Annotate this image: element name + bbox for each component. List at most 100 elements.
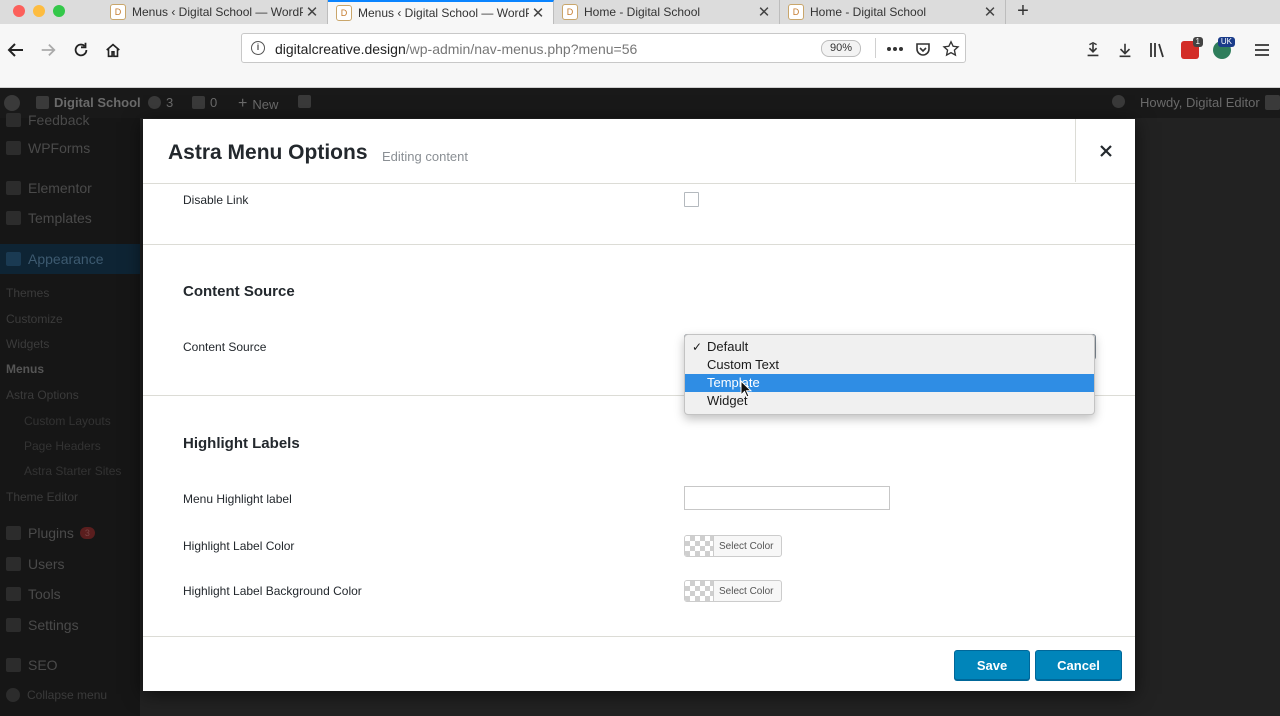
checkmark-icon: ✓ bbox=[692, 340, 703, 354]
highlight-bg-color-picker-button[interactable]: Select Color bbox=[684, 580, 782, 602]
highlight-color-picker-button[interactable]: Select Color bbox=[684, 535, 782, 557]
sidebar-item-astra-options[interactable]: Astra Options bbox=[0, 387, 140, 403]
modal-close-button[interactable] bbox=[1075, 119, 1135, 182]
site-name-link[interactable]: Digital School bbox=[36, 95, 141, 110]
sidebar-item-label: Templates bbox=[28, 210, 92, 226]
browser-toolbar: i digitalcreative.design/wp-admin/nav-me… bbox=[0, 24, 1280, 88]
content-source-label: Content Source bbox=[183, 340, 267, 354]
updates-icon bbox=[148, 96, 161, 109]
zoom-indicator[interactable]: 90% bbox=[821, 40, 861, 57]
tab-close-icon[interactable]: ✕ bbox=[755, 3, 773, 21]
sidebar-item-settings[interactable]: Settings bbox=[0, 615, 140, 635]
notification-icon[interactable] bbox=[1112, 95, 1125, 108]
tab-close-icon[interactable]: ✕ bbox=[303, 3, 321, 21]
menu-button[interactable] bbox=[1248, 36, 1276, 64]
sidebar-item-label: Themes bbox=[6, 286, 50, 300]
comments-link[interactable]: 0 bbox=[192, 95, 217, 110]
home-button[interactable] bbox=[99, 36, 127, 64]
modal-body: Disable Link Content Source Content Sour… bbox=[143, 184, 1135, 636]
sidebar-item-menus[interactable]: Menus bbox=[0, 361, 140, 377]
downloads-button[interactable] bbox=[1111, 36, 1139, 64]
account-link[interactable]: Howdy, Digital Editor bbox=[1140, 95, 1280, 110]
sidebar-item-customize[interactable]: Customize bbox=[0, 311, 140, 327]
wordpress-logo-icon[interactable] bbox=[4, 95, 20, 111]
sidebar-item-plugins[interactable]: Plugins 3 bbox=[0, 523, 140, 543]
sidebar-item-custom-layouts[interactable]: Custom Layouts bbox=[0, 413, 140, 429]
home-icon bbox=[106, 43, 120, 58]
sidebar-item-label: Customize bbox=[6, 312, 63, 326]
sidebar-item-wpforms[interactable]: WPForms bbox=[0, 138, 140, 158]
sidebar-item-label: Theme Editor bbox=[6, 490, 79, 504]
howdy-text: Howdy, Digital Editor bbox=[1140, 95, 1260, 110]
downloads-arrow-button[interactable] bbox=[1079, 36, 1107, 64]
favicon-icon: D bbox=[336, 5, 352, 21]
library-button[interactable] bbox=[1144, 36, 1172, 64]
url-text[interactable]: digitalcreative.design/wp-admin/nav-menu… bbox=[275, 41, 637, 57]
url-bar[interactable]: i digitalcreative.design/wp-admin/nav-me… bbox=[241, 33, 966, 63]
favicon-icon: D bbox=[788, 4, 804, 20]
tab-close-icon[interactable]: ✕ bbox=[981, 3, 999, 21]
sidebar-item-theme-editor[interactable]: Theme Editor bbox=[0, 489, 140, 505]
forward-button[interactable] bbox=[34, 36, 62, 64]
disable-link-checkbox[interactable] bbox=[684, 192, 699, 207]
cancel-button[interactable]: Cancel bbox=[1035, 650, 1122, 680]
updates-link[interactable]: 3 bbox=[148, 95, 173, 110]
sidebar-item-seo[interactable]: SEO bbox=[0, 655, 140, 675]
browser-tab-3[interactable]: D Home - Digital School ✕ bbox=[554, 0, 780, 24]
users-icon bbox=[6, 557, 21, 571]
sidebar-collapse-menu[interactable]: Collapse menu bbox=[0, 687, 140, 703]
new-content-link[interactable]: + New bbox=[238, 95, 278, 113]
maximize-window-button[interactable] bbox=[53, 5, 65, 17]
hamburger-icon bbox=[1255, 44, 1269, 56]
tab-close-icon[interactable]: ✕ bbox=[529, 4, 547, 22]
sidebar-item-templates[interactable]: Templates bbox=[0, 208, 140, 228]
page-actions-icon[interactable] bbox=[885, 39, 905, 59]
sidebar-item-elementor[interactable]: Elementor bbox=[0, 178, 140, 198]
sidebar-item-label: WPForms bbox=[28, 140, 91, 156]
sidebar-item-feedback[interactable]: Feedback bbox=[0, 110, 140, 130]
select-color-label: Select Color bbox=[719, 585, 774, 597]
sidebar-item-label: Astra Starter Sites bbox=[24, 464, 122, 478]
sidebar-item-label: Elementor bbox=[28, 180, 92, 196]
back-button[interactable] bbox=[2, 36, 30, 64]
modal-footer: Save Cancel bbox=[143, 636, 1135, 691]
library-icon bbox=[1150, 43, 1164, 58]
sidebar-item-widgets[interactable]: Widgets bbox=[0, 336, 140, 352]
browser-tab-2[interactable]: D Menus ‹ Digital School — WordPress ✕ bbox=[328, 0, 554, 24]
back-arrow-icon bbox=[7, 43, 23, 57]
reload-button[interactable] bbox=[67, 36, 95, 64]
browser-tab-bar: D Menus ‹ Digital School — WordPress ✕ D… bbox=[0, 0, 1280, 24]
tab-title: Menus ‹ Digital School — WordPress bbox=[132, 5, 303, 19]
save-button[interactable]: Save bbox=[954, 650, 1030, 680]
plugins-count-badge: 3 bbox=[79, 527, 95, 539]
sidebar-item-label: Page Headers bbox=[24, 439, 101, 453]
comment-icon bbox=[192, 96, 205, 109]
sidebar-item-appearance[interactable]: Appearance bbox=[0, 244, 140, 274]
yoast-icon[interactable] bbox=[298, 95, 311, 108]
close-window-button[interactable] bbox=[13, 5, 25, 17]
option-default[interactable]: ✓ Default bbox=[685, 338, 1094, 356]
info-icon[interactable]: i bbox=[251, 41, 265, 55]
sidebar-item-astra-starter-sites[interactable]: Astra Starter Sites bbox=[0, 463, 140, 479]
new-tab-button[interactable]: + bbox=[1012, 0, 1034, 24]
modal-subtitle: Editing content bbox=[382, 149, 469, 164]
sidebar-item-label: Users bbox=[28, 556, 65, 572]
sidebar-item-users[interactable]: Users bbox=[0, 554, 140, 574]
menu-highlight-input[interactable] bbox=[684, 486, 890, 510]
sidebar-item-themes[interactable]: Themes bbox=[0, 285, 140, 301]
minimize-window-button[interactable] bbox=[33, 5, 45, 17]
reload-icon bbox=[74, 42, 88, 57]
option-custom-text[interactable]: Custom Text bbox=[685, 356, 1094, 374]
sidebar-item-tools[interactable]: Tools bbox=[0, 584, 140, 604]
sidebar-item-page-headers[interactable]: Page Headers bbox=[0, 438, 140, 454]
comments-count: 0 bbox=[210, 95, 218, 110]
paintbrush-icon bbox=[6, 252, 21, 266]
extension-vpn-button[interactable]: UK bbox=[1208, 36, 1236, 64]
extension-lastpass-button[interactable]: 1 bbox=[1176, 36, 1204, 64]
tab-title: Home - Digital School bbox=[810, 5, 927, 19]
browser-tab-4[interactable]: D Home - Digital School ✕ bbox=[780, 0, 1006, 24]
browser-tab-1[interactable]: D Menus ‹ Digital School — WordPress ✕ bbox=[102, 0, 328, 24]
settings-icon bbox=[6, 618, 21, 632]
bookmark-star-icon[interactable] bbox=[941, 39, 961, 59]
pocket-icon[interactable] bbox=[913, 39, 933, 59]
